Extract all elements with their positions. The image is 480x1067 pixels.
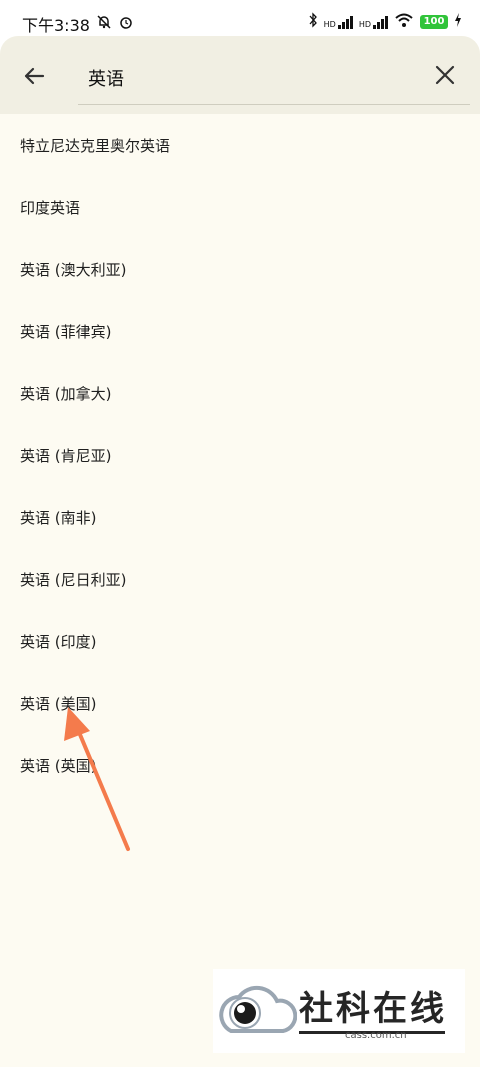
language-item[interactable]: 英语 (菲律宾) (0, 300, 480, 362)
wifi-icon (394, 12, 414, 31)
status-left: 下午3:38 (22, 12, 134, 36)
language-item[interactable]: 英语 (加拿大) (0, 362, 480, 424)
arrow-left-icon (24, 67, 45, 85)
back-button[interactable] (22, 64, 46, 88)
clear-search-button[interactable] (434, 64, 456, 86)
status-right: HD HD 100 (308, 12, 462, 31)
search-input[interactable]: 英语 (78, 56, 470, 105)
language-item[interactable]: 印度英语 (0, 176, 480, 238)
status-time: 下午3:38 (22, 16, 90, 35)
language-item[interactable]: 英语 (尼日利亚) (0, 548, 480, 610)
watermark: 社科在线 cass.com.cn (213, 969, 465, 1053)
cloud-logo-icon (219, 985, 297, 1033)
signal-hd-2: HD (359, 15, 388, 29)
status-bar: 下午3:38 HD HD 100 (0, 0, 480, 40)
bell-muted-icon (96, 14, 112, 34)
search-query: 英语 (88, 69, 124, 90)
search-header: 英语 (0, 36, 480, 114)
charging-icon (454, 13, 462, 30)
signal-hd-1: HD (324, 15, 353, 29)
language-item[interactable]: 英语 (澳大利亚) (0, 238, 480, 300)
language-picker-panel: 英语 特立尼达克里奥尔英语 印度英语 英语 (澳大利亚) 英语 (菲律宾) 英语… (0, 36, 480, 1067)
watermark-title: 社科在线 (299, 989, 447, 1029)
watermark-domain: cass.com.cn (345, 1030, 407, 1041)
language-item[interactable]: 英语 (南非) (0, 486, 480, 548)
annotation-arrow-icon (64, 707, 130, 851)
close-icon (435, 65, 455, 85)
battery-indicator: 100 (420, 14, 448, 29)
language-item[interactable]: 特立尼达克里奥尔英语 (0, 114, 480, 176)
language-item[interactable]: 英语 (肯尼亚) (0, 424, 480, 486)
language-item[interactable]: 英语 (印度) (0, 610, 480, 672)
bluetooth-icon (308, 12, 318, 31)
alarm-icon (118, 14, 134, 34)
language-list: 特立尼达克里奥尔英语 印度英语 英语 (澳大利亚) 英语 (菲律宾) 英语 (加… (0, 114, 480, 796)
